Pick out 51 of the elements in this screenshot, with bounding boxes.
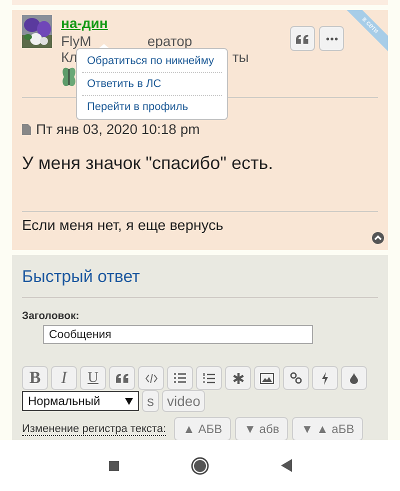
star-button[interactable] [225,366,251,390]
image-button[interactable] [254,366,280,390]
numbered-list-icon [203,372,215,384]
back-icon[interactable] [280,459,292,472]
link-button[interactable] [283,366,309,390]
case-button[interactable]: ▼ абв [235,417,288,441]
username-link[interactable]: на-дин [61,15,108,31]
rank-text: FlyM [61,33,92,49]
menu-item[interactable]: Перейти в профиль [82,96,222,118]
underline-button[interactable]: U [80,366,106,390]
rank-text: ты [232,49,249,65]
asterisk-icon [232,372,244,384]
numlist-button[interactable] [196,366,222,390]
case-button[interactable]: ▼ ▲ аБВ [292,417,364,441]
home-icon[interactable] [190,456,208,474]
code-button[interactable] [138,366,164,390]
dropdown-icon [125,398,133,404]
flash-button[interactable] [312,366,338,390]
font-size-select[interactable]: Нормальный [22,391,139,411]
quote-button[interactable] [290,26,315,51]
subject-field[interactable]: Сообщения [43,325,313,344]
more-icon [326,36,338,40]
document-icon [22,124,31,134]
format-button[interactable]: video [162,390,206,412]
drop-icon [350,372,358,384]
color-button[interactable] [341,366,367,390]
rank-text: ератор [147,33,192,49]
list-button[interactable] [167,366,193,390]
post-date: Пт янв 03, 2020 10:18 pm [36,121,200,137]
recents-icon[interactable] [108,460,118,470]
italic-button[interactable]: I [51,366,77,390]
post-message: У меня значок "спасибо" есть. [22,153,274,174]
bold-button[interactable]: B [22,366,48,390]
case-label: Изменение регистра текста: [22,422,166,436]
more-button[interactable] [319,26,344,51]
list-icon [174,373,186,383]
quote-icon [116,373,128,383]
subject-label: Заголовок: [22,310,80,322]
case-button[interactable]: ▲ АБВ [174,417,232,441]
quote-icon [296,34,309,44]
quote-button[interactable] [109,366,135,390]
signature-text: Если меня нет, я еще вернусь [22,218,224,234]
section-title: Быстрый ответ [22,266,141,287]
link-icon [290,372,302,384]
code-icon [144,374,158,382]
menu-item[interactable]: Ответить в ЛС [82,73,222,96]
menu-item[interactable]: Обратиться по никнейму [82,50,222,73]
image-icon [260,372,274,384]
lightning-icon [321,372,329,384]
scroll-up-icon[interactable] [372,232,384,244]
format-button[interactable]: s [142,390,159,412]
